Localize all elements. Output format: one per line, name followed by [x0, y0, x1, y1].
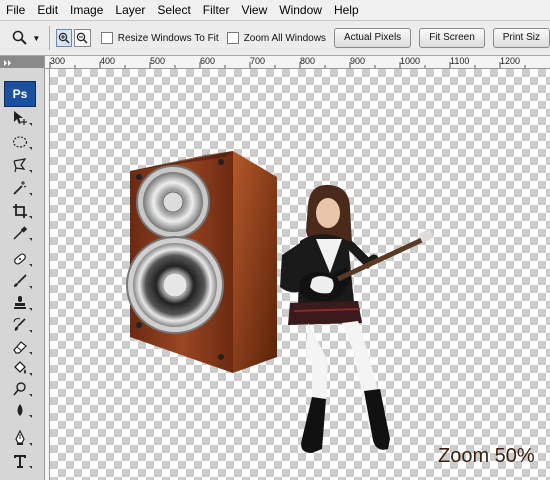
ruler-label: 1000 — [400, 56, 421, 66]
ruler-label: 400 — [100, 56, 116, 66]
tool-flyout-indicator — [29, 373, 32, 376]
horizontal-ruler[interactable]: 300 400 500 600 700 800 900 1000 1100 12… — [45, 56, 550, 69]
type-icon — [14, 455, 26, 468]
polygonal-lasso-icon — [13, 158, 27, 173]
crop-icon — [13, 204, 27, 218]
photoshop-logo[interactable]: Ps — [4, 81, 36, 107]
tool-crop[interactable] — [11, 202, 32, 220]
clone-stamp-icon — [14, 296, 26, 309]
menu-file[interactable]: File — [0, 0, 31, 20]
zoom-caption: Zoom 50% — [438, 445, 535, 467]
collapse-arrows-icon — [4, 60, 11, 66]
tool-clone-stamp[interactable] — [11, 294, 32, 312]
elliptical-marquee-icon — [12, 136, 28, 148]
eyedropper-icon — [13, 226, 28, 240]
tool-flyout-indicator — [29, 123, 32, 126]
tool-move[interactable] — [11, 109, 32, 127]
tool-flyout-indicator — [29, 264, 32, 267]
menu-layer[interactable]: Layer — [109, 0, 151, 20]
menu-edit[interactable]: Edit — [31, 0, 64, 20]
tool-dodge[interactable] — [11, 380, 32, 398]
menu-window[interactable]: Window — [273, 0, 328, 20]
toolbar-divider — [48, 26, 50, 50]
ruler-ticks — [49, 62, 526, 68]
tool-eraser[interactable] — [11, 338, 32, 356]
tool-flyout-indicator — [29, 170, 32, 173]
move-icon — [14, 111, 27, 125]
history-brush-icon — [13, 317, 26, 331]
tool-brush[interactable] — [11, 272, 32, 290]
menu-image[interactable]: Image — [64, 0, 109, 20]
checkbox-box[interactable] — [100, 32, 113, 44]
fit-screen-button[interactable]: Fit Screen — [419, 28, 485, 48]
chevron-down-icon[interactable]: ▼ — [32, 34, 41, 43]
tool-flyout-indicator — [29, 394, 32, 397]
pen-icon — [15, 430, 25, 445]
tool-magic-wand[interactable] — [11, 179, 32, 197]
zoom-all-windows-checkbox[interactable]: Zoom All Windows — [226, 32, 326, 44]
tool-flyout-indicator — [29, 216, 32, 219]
actual-pixels-button[interactable]: Actual Pixels — [333, 28, 412, 48]
ruler-label: 1200 — [500, 56, 521, 66]
zoom-icon — [12, 30, 27, 45]
tool-type[interactable] — [11, 452, 32, 470]
zoom-out-icon — [77, 32, 88, 44]
tool-eyedropper[interactable] — [11, 224, 32, 242]
tool-flyout-indicator — [29, 193, 32, 196]
eraser-icon — [13, 341, 27, 354]
tool-flyout-indicator — [29, 308, 32, 311]
tool-healing-brush[interactable] — [11, 250, 32, 268]
healing-brush-icon — [14, 253, 26, 265]
ruler-label: 300 — [50, 56, 66, 66]
brush-icon — [14, 274, 27, 287]
tools-panel: Ps — [0, 56, 45, 480]
resize-windows-label: Resize Windows To Fit — [117, 32, 219, 44]
tool-flyout-indicator — [29, 147, 32, 150]
document-canvas[interactable]: Zoom 50% — [50, 69, 550, 480]
tool-pen[interactable] — [11, 429, 32, 447]
zoom-in-icon — [58, 32, 70, 44]
options-bar: ▼ Resize Windows To Fit Zoom All Windows… — [0, 21, 550, 56]
magic-wand-icon — [13, 181, 27, 195]
tool-flyout-indicator — [29, 286, 32, 289]
menu-view[interactable]: View — [235, 0, 273, 20]
tool-blur[interactable] — [11, 401, 32, 419]
panel-grip[interactable] — [0, 56, 44, 68]
ruler-label: 900 — [350, 56, 366, 66]
zoom-out-button[interactable] — [74, 29, 91, 47]
menu-bar: File Edit Image Layer Select Filter View… — [0, 0, 550, 21]
ruler-label: 500 — [150, 56, 166, 66]
tool-lasso[interactable] — [11, 156, 32, 174]
blur-icon — [17, 404, 23, 416]
tool-flyout-indicator — [29, 330, 32, 333]
tool-flyout-indicator — [29, 238, 32, 241]
paint-bucket-icon — [14, 361, 26, 374]
zoom-in-button[interactable] — [55, 29, 73, 47]
tool-flyout-indicator — [29, 466, 32, 469]
tool-flyout-indicator — [29, 415, 32, 418]
tool-flyout-indicator — [29, 443, 32, 446]
resize-windows-checkbox[interactable]: Resize Windows To Fit — [100, 32, 219, 44]
dodge-icon — [13, 382, 26, 396]
tool-flyout-indicator — [29, 352, 32, 355]
checkbox-box[interactable] — [226, 32, 239, 44]
menu-select[interactable]: Select — [151, 0, 196, 20]
ruler-label: 700 — [250, 56, 266, 66]
ruler-label: 800 — [300, 56, 316, 66]
menu-filter[interactable]: Filter — [197, 0, 236, 20]
print-size-button[interactable]: Print Siz — [492, 28, 550, 48]
tool-paint-bucket[interactable] — [11, 359, 32, 377]
ruler-label: 1100 — [450, 56, 470, 66]
zoom-tool-preset-picker[interactable] — [10, 27, 30, 49]
guitarist-image — [280, 184, 433, 453]
ruler-label: 600 — [200, 56, 216, 66]
tool-history-brush[interactable] — [11, 316, 32, 334]
tool-marquee[interactable] — [11, 133, 32, 151]
zoom-all-windows-label: Zoom All Windows — [243, 32, 326, 44]
menu-help[interactable]: Help — [328, 0, 365, 20]
